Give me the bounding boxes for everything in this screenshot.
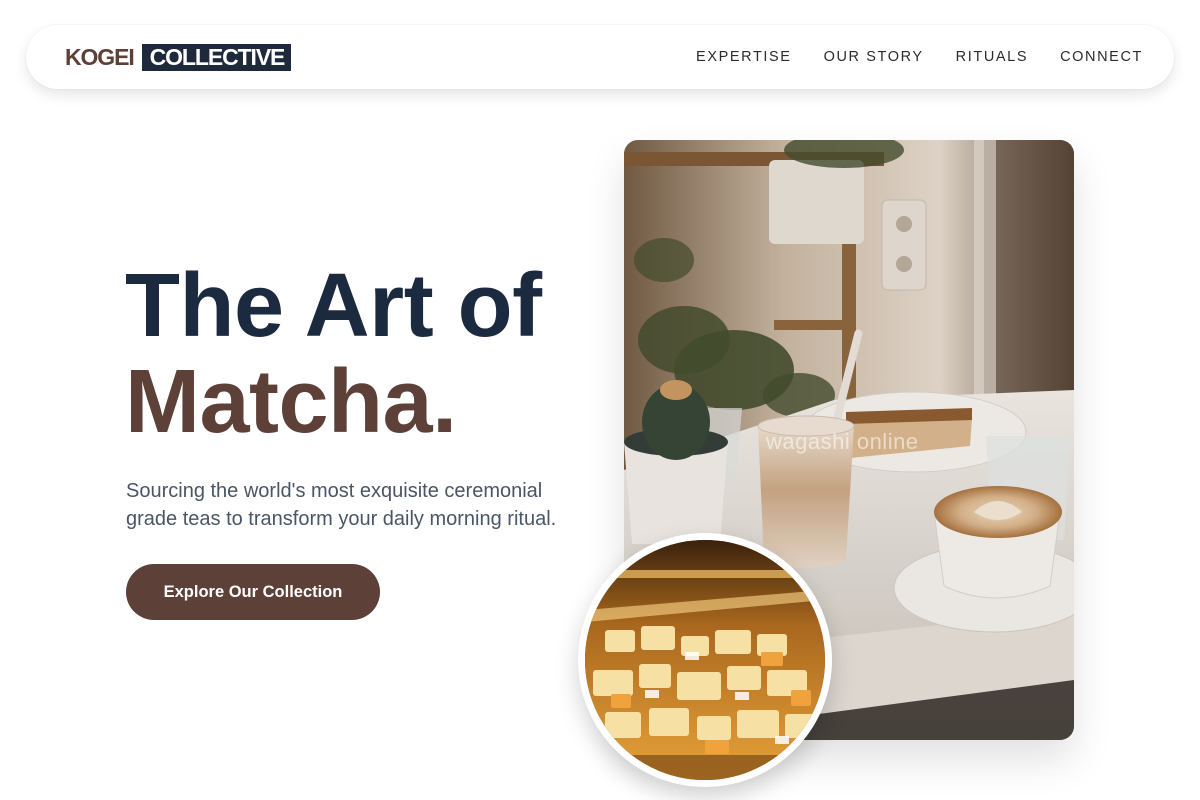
- hero-subtitle: Sourcing the world's most exquisite cere…: [126, 480, 557, 530]
- nav-link-rituals[interactable]: RITUALS: [956, 49, 1028, 65]
- nav-link-connect[interactable]: CONNECT: [1060, 49, 1143, 65]
- nav-link-our-story[interactable]: OUR STORY: [824, 49, 924, 65]
- nav-links: EXPERTISE OUR STORY RITUALS CONNECT: [696, 25, 1143, 89]
- inset-circle-photo: [578, 533, 832, 787]
- hero-title-line-1: The Art of: [125, 256, 542, 356]
- logo-word-collective: COLLECTIVE: [141, 43, 292, 71]
- hero-title: The Art of Matcha.: [125, 258, 542, 450]
- hero-title-line-2: Matcha.: [125, 352, 457, 452]
- cheese-display-illustration: [585, 540, 825, 780]
- explore-collection-button[interactable]: Explore Our Collection: [126, 564, 380, 620]
- top-navbar: KOGEI COLLECTIVE EXPERTISE OUR STORY RIT…: [26, 25, 1174, 89]
- logo-word-kogei: KOGEI: [65, 43, 135, 70]
- brand-logo[interactable]: KOGEI COLLECTIVE: [65, 43, 292, 71]
- nav-link-expertise[interactable]: EXPERTISE: [696, 49, 792, 65]
